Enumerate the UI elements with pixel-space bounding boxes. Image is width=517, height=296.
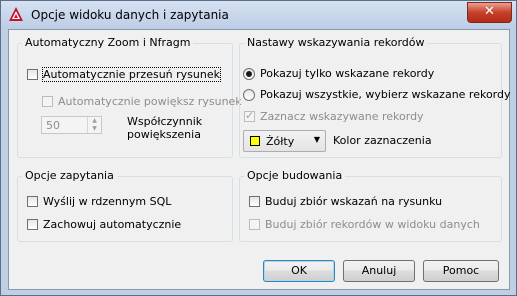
- save-auto-label: Zachowuj automatycznie: [43, 218, 182, 231]
- auto-zoom-row[interactable]: Automatycznie powiększ rysunek: [42, 95, 242, 108]
- auto-pan-row[interactable]: Automatycznie przesuń rysunek: [27, 67, 221, 82]
- dialog-content: Automatyczny Zoom i Nfragm Automatycznie…: [8, 29, 511, 290]
- zoom-factor-spinner[interactable]: 50 ▲ ▼: [41, 116, 102, 134]
- build-data-view-checkbox[interactable]: [249, 219, 260, 230]
- build-drawing-label: Buduj zbiór wskazań na rysunku: [265, 195, 443, 208]
- show-all-label: Pokazuj wszystkie, wybierz wskazane reko…: [260, 88, 511, 101]
- help-button[interactable]: Pomoc: [423, 260, 499, 282]
- autocad-app-icon: [9, 7, 23, 21]
- show-all-row[interactable]: Pokazuj wszystkie, wybierz wskazane reko…: [243, 88, 511, 101]
- show-only-label: Pokazuj tylko wskazane rekordy: [260, 67, 435, 80]
- color-dropdown[interactable]: Żółty ▼: [243, 130, 326, 152]
- records-group-label: Nastawy wskazywania rekordów: [244, 36, 428, 49]
- build-group-label: Opcje budowania: [244, 169, 346, 182]
- title-bar[interactable]: Opcje widoku danych i zapytania ✕: [1, 1, 516, 29]
- show-only-radio[interactable]: [243, 67, 255, 80]
- auto-zoom-checkbox[interactable]: [42, 96, 53, 107]
- auto-zoom-label: Automatycznie powiększ rysunek: [58, 95, 242, 108]
- zoom-factor-label-2: powiększenia: [127, 128, 201, 141]
- color-swatch: [250, 136, 260, 146]
- chevron-down-icon: ▼: [313, 135, 320, 144]
- show-only-row[interactable]: Pokazuj tylko wskazane rekordy: [243, 67, 434, 80]
- color-label: Kolor zaznaczenia: [333, 134, 432, 147]
- query-group-label: Opcje zapytania: [22, 169, 117, 182]
- zoom-factor-value: 50: [46, 119, 60, 132]
- send-sql-label: Wyślij w rdzennym SQL: [43, 195, 172, 208]
- save-auto-checkbox[interactable]: [27, 219, 38, 230]
- query-group: [17, 176, 233, 242]
- dialog-window: Opcje widoku danych i zapytania ✕ Automa…: [0, 0, 517, 296]
- build-drawing-row[interactable]: Buduj zbiór wskazań na rysunku: [249, 195, 442, 208]
- build-group: [239, 176, 502, 242]
- close-button[interactable]: ✕: [467, 2, 512, 23]
- spinner-buttons[interactable]: ▲ ▼: [87, 117, 101, 133]
- auto-pan-checkbox[interactable]: [27, 69, 38, 80]
- send-sql-checkbox[interactable]: [27, 196, 38, 207]
- close-icon: ✕: [484, 4, 495, 19]
- build-drawing-checkbox[interactable]: [249, 196, 260, 207]
- build-data-view-label: Buduj zbiór rekordów w widoku danych: [265, 218, 480, 231]
- spin-up-icon[interactable]: ▲: [88, 117, 101, 125]
- mark-selected-checkbox[interactable]: [244, 109, 255, 122]
- mark-selected-row[interactable]: Zaznacz wskazywane rekordy: [244, 109, 424, 123]
- send-sql-row[interactable]: Wyślij w rdzennym SQL: [27, 195, 171, 208]
- zoom-group-label: Automatyczny Zoom i Nfragm: [22, 36, 194, 49]
- ok-button[interactable]: OK: [263, 260, 335, 282]
- spin-down-icon[interactable]: ▼: [88, 125, 101, 133]
- color-value: Żółty: [266, 135, 295, 148]
- save-auto-row[interactable]: Zachowuj automatycznie: [27, 218, 181, 231]
- mark-selected-label: Zaznacz wskazywane rekordy: [260, 110, 424, 123]
- window-title: Opcje widoku danych i zapytania: [31, 8, 229, 22]
- show-all-radio[interactable]: [243, 88, 255, 101]
- auto-pan-label: Automatycznie przesuń rysunek: [42, 67, 221, 82]
- build-data-view-row[interactable]: Buduj zbiór rekordów w widoku danych: [249, 218, 480, 231]
- zoom-factor-label-1: Współczynnik: [127, 115, 203, 128]
- cancel-button[interactable]: Anuluj: [343, 260, 415, 282]
